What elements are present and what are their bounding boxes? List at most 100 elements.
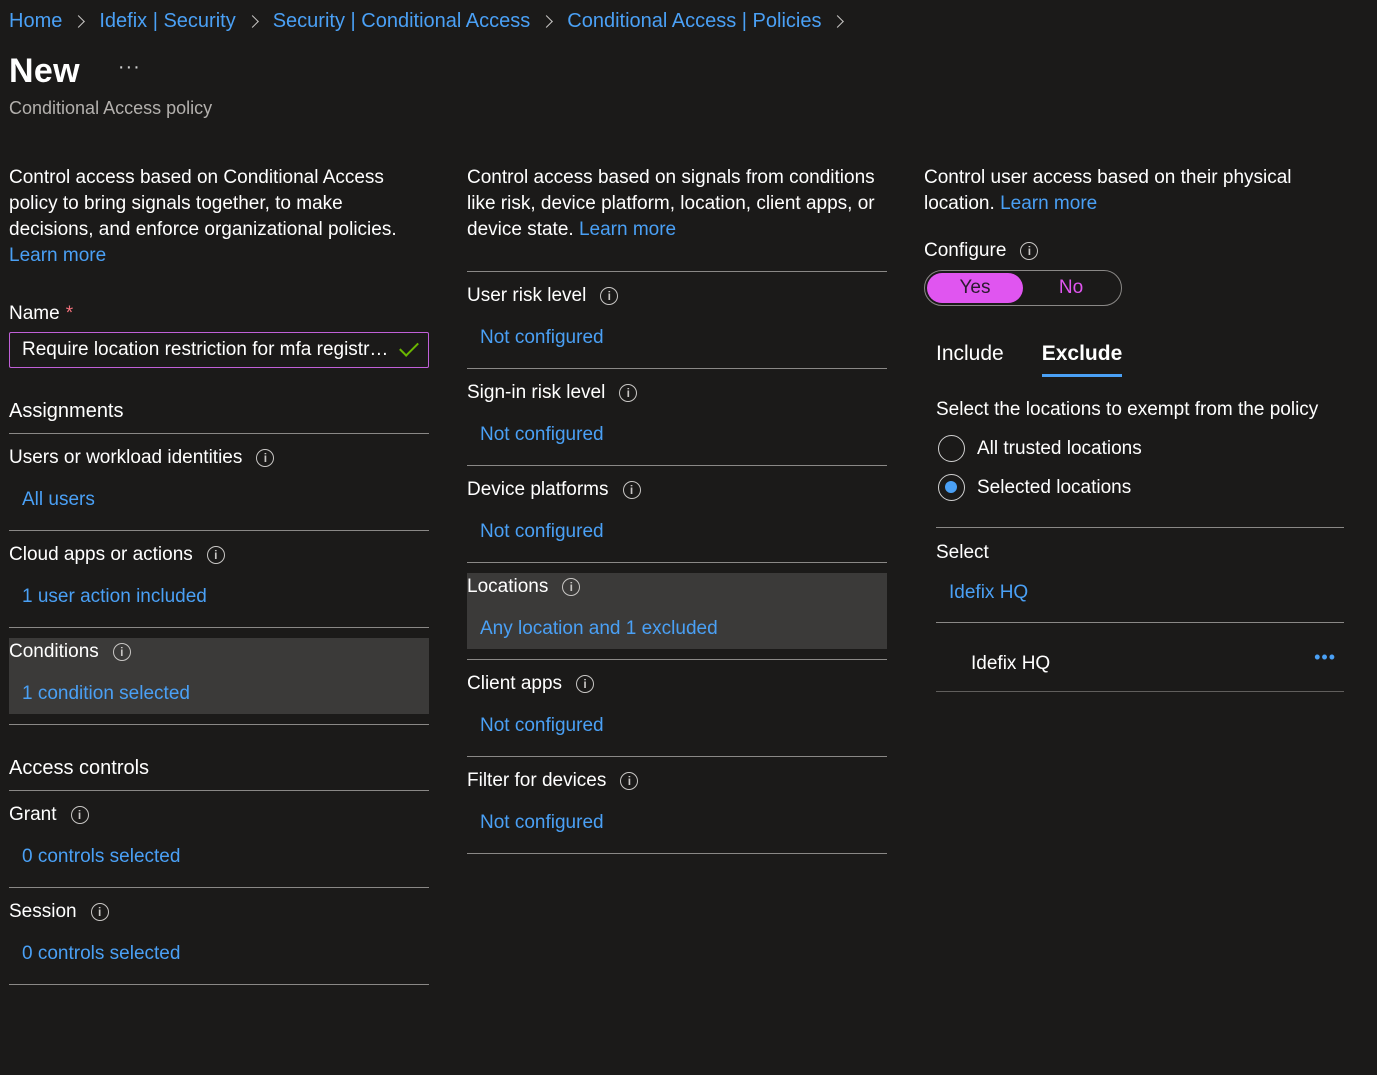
- tab-exclude[interactable]: Exclude: [1041, 342, 1123, 377]
- conditions-description: Control access based on signals from con…: [467, 165, 887, 262]
- condition-user-risk[interactable]: User risk level i Not configured: [467, 272, 887, 369]
- info-icon[interactable]: i: [70, 806, 89, 824]
- select-locations-link[interactable]: Idefix HQ: [949, 582, 1344, 604]
- condition-label-text: Sign-in risk level: [467, 382, 606, 403]
- name-label: Name *: [9, 303, 429, 325]
- page-subtitle: Conditional Access policy: [9, 98, 213, 118]
- assignment-label: Users or workload identities i: [9, 447, 275, 469]
- condition-client-apps[interactable]: Client apps i Not configured: [467, 660, 887, 757]
- condition-label: Sign-in risk level i: [467, 382, 638, 404]
- policy-column: Control access based on Conditional Acce…: [9, 165, 429, 985]
- checkmark-icon: [399, 337, 419, 357]
- access-value-link[interactable]: 0 controls selected: [22, 943, 180, 965]
- radio-label: All trusted locations: [977, 437, 1142, 459]
- divider: [936, 527, 1344, 528]
- assignment-label-text: Cloud apps or actions: [9, 544, 193, 565]
- locations-description: Control user access based on their physi…: [924, 165, 1344, 217]
- assignment-value-link[interactable]: 1 user action included: [22, 586, 207, 608]
- info-icon[interactable]: i: [256, 449, 275, 467]
- condition-label: Device platforms i: [467, 479, 641, 501]
- assignment-value-link[interactable]: 1 condition selected: [22, 683, 190, 705]
- access-label-text: Session: [9, 901, 77, 922]
- condition-filter-devices[interactable]: Filter for devices i Not configured: [467, 757, 887, 854]
- policy-name-input[interactable]: Require location restriction for mfa reg…: [9, 332, 429, 368]
- toggle-yes[interactable]: Yes: [927, 273, 1023, 303]
- locations-column: Control user access based on their physi…: [924, 165, 1344, 692]
- chevron-right-icon: [831, 15, 845, 28]
- learn-more-link[interactable]: Learn more: [1000, 193, 1097, 214]
- assignment-label: Cloud apps or actions i: [9, 544, 225, 566]
- info-icon[interactable]: i: [622, 481, 641, 499]
- tab-include[interactable]: Include: [936, 342, 1004, 377]
- radio-all-trusted-locations[interactable]: All trusted locations: [938, 429, 1344, 468]
- radio-selected-locations[interactable]: Selected locations: [938, 468, 1344, 507]
- toggle-no[interactable]: No: [1023, 273, 1119, 303]
- condition-label-text: User risk level: [467, 285, 587, 306]
- select-label: Select: [936, 542, 989, 563]
- breadcrumb-security-conditional-access[interactable]: Security | Conditional Access: [273, 10, 531, 33]
- assignment-label-text: Users or workload identities: [9, 447, 243, 468]
- access-controls-heading: Access controls: [9, 757, 429, 791]
- condition-value-link[interactable]: Any location and 1 excluded: [480, 618, 718, 640]
- policy-name-value[interactable]: Require location restriction for mfa reg…: [22, 339, 392, 361]
- condition-label-text: Device platforms: [467, 479, 609, 500]
- breadcrumb-home[interactable]: Home: [9, 10, 62, 33]
- chevron-right-icon: [72, 15, 86, 28]
- learn-more-link[interactable]: Learn more: [9, 245, 106, 266]
- include-exclude-tabs: Include Exclude: [936, 342, 1344, 377]
- chevron-right-icon: [245, 15, 259, 28]
- info-icon[interactable]: i: [576, 675, 595, 693]
- assignment-conditions[interactable]: Conditions i 1 condition selected: [9, 628, 429, 725]
- info-icon[interactable]: i: [90, 903, 109, 921]
- info-icon[interactable]: i: [619, 384, 638, 402]
- condition-locations[interactable]: Locations i Any location and 1 excluded: [467, 563, 887, 660]
- name-label-text: Name: [9, 303, 60, 324]
- page-title: New: [9, 52, 80, 90]
- locations-description-text: Control user access based on their physi…: [924, 167, 1292, 214]
- condition-label-text: Locations: [467, 576, 549, 597]
- assignment-users[interactable]: Users or workload identities i All users: [9, 434, 429, 531]
- assignment-label: Conditions i: [9, 641, 131, 663]
- info-icon[interactable]: i: [1020, 242, 1039, 260]
- selected-location-name: Idefix HQ: [971, 653, 1051, 674]
- assignment-value-link[interactable]: All users: [22, 489, 95, 511]
- divider: [936, 691, 1344, 692]
- condition-value-link[interactable]: Not configured: [480, 521, 604, 543]
- info-icon[interactable]: i: [112, 643, 131, 661]
- selected-location-row: Idefix HQ •••: [936, 623, 1344, 691]
- condition-sign-in-risk[interactable]: Sign-in risk level i Not configured: [467, 369, 887, 466]
- condition-value-link[interactable]: Not configured: [480, 327, 604, 349]
- policy-description: Control access based on Conditional Acce…: [9, 165, 429, 269]
- condition-value-link[interactable]: Not configured: [480, 424, 604, 446]
- breadcrumb-idefix-security[interactable]: Idefix | Security: [99, 10, 235, 33]
- breadcrumb-conditional-access-policies[interactable]: Conditional Access | Policies: [567, 10, 821, 33]
- more-options-icon[interactable]: ···: [118, 56, 141, 79]
- learn-more-link[interactable]: Learn more: [579, 219, 676, 240]
- exempt-instructions: Select the locations to exempt from the …: [936, 399, 1319, 420]
- conditions-column: Control access based on signals from con…: [467, 165, 887, 854]
- access-session[interactable]: Session i 0 controls selected: [9, 888, 429, 985]
- access-label-text: Grant: [9, 804, 57, 825]
- access-grant[interactable]: Grant i 0 controls selected: [9, 791, 429, 888]
- access-value-link[interactable]: 0 controls selected: [22, 846, 180, 868]
- access-label: Grant i: [9, 804, 89, 826]
- radio-selected-icon[interactable]: [938, 474, 965, 501]
- breadcrumb: Home Idefix | Security Security | Condit…: [9, 10, 858, 33]
- assignment-cloud-apps[interactable]: Cloud apps or actions i 1 user action inc…: [9, 531, 429, 628]
- info-icon[interactable]: i: [562, 578, 581, 596]
- info-icon[interactable]: i: [620, 772, 639, 790]
- condition-label: Client apps i: [467, 673, 595, 695]
- configure-label: Configure i: [924, 240, 1344, 262]
- required-asterisk: *: [65, 303, 74, 324]
- condition-value-link[interactable]: Not configured: [480, 715, 604, 737]
- condition-device-platforms[interactable]: Device platforms i Not configured: [467, 466, 887, 563]
- condition-label: User risk level i: [467, 285, 619, 307]
- radio-unselected-icon[interactable]: [938, 435, 965, 462]
- condition-value-link[interactable]: Not configured: [480, 812, 604, 834]
- info-icon[interactable]: i: [600, 287, 619, 305]
- info-icon[interactable]: i: [206, 546, 225, 564]
- condition-label: Filter for devices i: [467, 770, 639, 792]
- configure-toggle[interactable]: Yes No: [924, 270, 1122, 306]
- location-more-icon[interactable]: •••: [1314, 647, 1336, 668]
- condition-label-text: Filter for devices: [467, 770, 607, 791]
